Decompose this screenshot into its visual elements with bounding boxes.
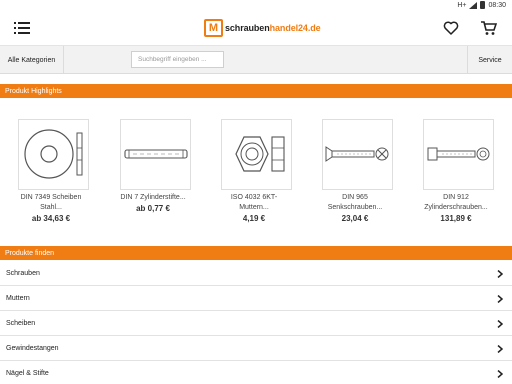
product-card[interactable]: DIN 7 Zylinderstifte... ab 0,77 € bbox=[108, 119, 198, 214]
status-indicators: H+ 08:30 bbox=[457, 0, 506, 10]
countersunk-screw-icon bbox=[325, 146, 389, 162]
product-card[interactable]: DIN 912 Zylinderschrauben... 131,89 € bbox=[411, 119, 501, 224]
product-image bbox=[18, 119, 89, 190]
battery-icon bbox=[480, 1, 486, 9]
cart-icon[interactable] bbox=[480, 20, 497, 36]
list-item[interactable]: Schrauben bbox=[0, 261, 512, 286]
washer-icon bbox=[24, 129, 83, 179]
product-name: ISO 4032 6KT- Muttern... bbox=[230, 194, 278, 211]
product-image bbox=[120, 119, 191, 190]
product-name: DIN 912 Zylinderschrauben... bbox=[424, 194, 488, 211]
hex-nut-icon bbox=[235, 136, 285, 172]
chevron-right-icon bbox=[497, 345, 503, 353]
finder-header: Produkte finden bbox=[0, 246, 512, 260]
highlights-header: Produkt Highlights bbox=[0, 84, 512, 98]
toolbar: Alle Kategorien Service bbox=[0, 46, 512, 74]
status-time: 08:30 bbox=[488, 1, 506, 9]
signal-icon bbox=[469, 1, 478, 9]
product-price: ab 0,77 € bbox=[136, 204, 170, 213]
chevron-right-icon bbox=[497, 295, 503, 303]
logo-text: schraubenhandel24.de bbox=[225, 23, 321, 33]
search-input[interactable] bbox=[131, 51, 224, 68]
menu-icon[interactable] bbox=[14, 21, 30, 35]
chevron-right-icon bbox=[497, 320, 503, 328]
all-categories-button[interactable]: Alle Kategorien bbox=[0, 46, 64, 74]
product-price: 131,89 € bbox=[440, 214, 472, 223]
product-price: 4,19 € bbox=[242, 214, 266, 223]
socket-head-screw-icon bbox=[427, 147, 490, 161]
product-image bbox=[322, 119, 393, 190]
product-name: DIN 7 Zylinderstifte... bbox=[120, 194, 186, 201]
app-bar: M schraubenhandel24.de bbox=[0, 10, 512, 46]
service-button[interactable]: Service bbox=[467, 46, 512, 74]
list-item[interactable]: Gewindestangen bbox=[0, 336, 512, 361]
list-item-label: Nägel & Stifte bbox=[6, 369, 49, 377]
product-name: DIN 965 Senkschrauben... bbox=[327, 194, 383, 211]
site-logo[interactable]: M schraubenhandel24.de bbox=[204, 18, 321, 38]
list-item[interactable]: Muttern bbox=[0, 286, 512, 311]
product-highlights: DIN 7349 Scheiben Stahl... ab 34,63 € DI… bbox=[0, 119, 512, 229]
product-card[interactable]: ISO 4032 6KT- Muttern... 4,19 € bbox=[209, 119, 299, 224]
category-list: Schrauben Muttern Scheiben Gewindestange… bbox=[0, 261, 512, 384]
list-item-label: Muttern bbox=[6, 294, 30, 302]
status-bar: H+ 08:30 bbox=[0, 0, 512, 10]
network-type: H+ bbox=[457, 1, 467, 9]
product-card[interactable]: DIN 965 Senkschrauben... 23,04 € bbox=[310, 119, 400, 224]
list-item[interactable]: Scheiben bbox=[0, 311, 512, 336]
list-item-label: Schrauben bbox=[6, 269, 40, 277]
product-price: 23,04 € bbox=[341, 214, 369, 223]
chevron-right-icon bbox=[497, 370, 503, 378]
heart-icon[interactable] bbox=[443, 20, 459, 36]
list-item-label: Gewindestangen bbox=[6, 344, 59, 352]
product-price: ab 34,63 € bbox=[31, 214, 71, 223]
product-name: DIN 7349 Scheiben Stahl... bbox=[20, 194, 82, 211]
product-image bbox=[221, 119, 292, 190]
product-card[interactable]: DIN 7349 Scheiben Stahl... ab 34,63 € bbox=[6, 119, 96, 224]
chevron-right-icon bbox=[497, 270, 503, 278]
cylinder-pin-icon bbox=[124, 149, 188, 159]
product-image bbox=[423, 119, 494, 190]
logo-mark: M bbox=[204, 19, 223, 37]
list-item[interactable]: Nägel & Stifte bbox=[0, 361, 512, 384]
list-item-label: Scheiben bbox=[6, 319, 36, 327]
